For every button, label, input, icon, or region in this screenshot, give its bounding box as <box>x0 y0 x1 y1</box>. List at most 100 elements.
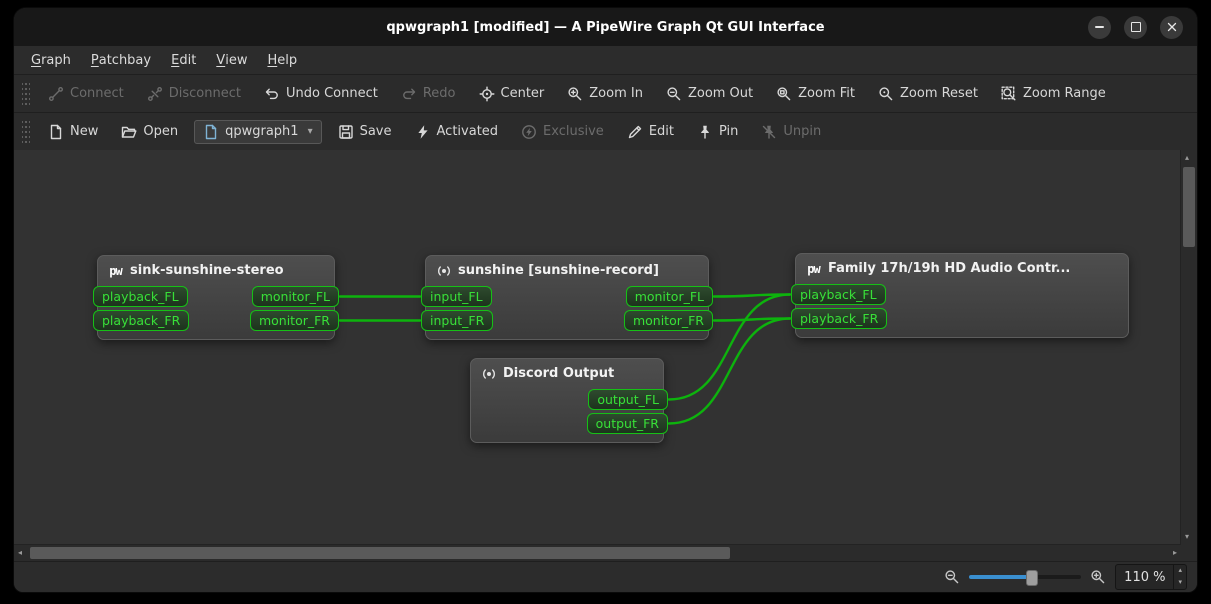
zoom-range-icon <box>1001 86 1017 102</box>
vertical-scrollbar-thumb[interactable] <box>1183 167 1195 247</box>
graph-node-discord-output[interactable]: Discord Output output_FL output_FR <box>470 358 664 443</box>
toolbar-handle[interactable] <box>22 121 30 143</box>
activated-toggle[interactable]: Activated <box>408 119 506 145</box>
center-icon <box>479 86 495 102</box>
minimize-icon <box>1095 26 1104 28</box>
node-title: Family 17h/19h HD Audio Contr... <box>828 261 1070 276</box>
port-output-fl[interactable]: output_FL <box>588 389 668 410</box>
undo-connect-button[interactable]: Undo Connect <box>257 81 385 107</box>
record-stream-icon <box>480 366 497 381</box>
horizontal-scrollbar[interactable]: ◂ ▸ <box>14 544 1181 561</box>
port-playback-fr[interactable]: playback_FR <box>93 310 189 331</box>
vertical-scrollbar[interactable]: ▴ ▾ <box>1180 150 1197 545</box>
scroll-up-icon[interactable]: ▴ <box>1185 154 1189 162</box>
minimize-button[interactable] <box>1088 16 1111 39</box>
canvas-area: pw sink-sunshine-stereo playback_FL moni… <box>14 150 1197 561</box>
save-button[interactable]: Save <box>331 119 399 145</box>
menu-patchbay[interactable]: Patchbay <box>82 50 160 71</box>
node-header: pw sink-sunshine-stereo <box>104 259 328 283</box>
port-playback-fl[interactable]: playback_FL <box>93 286 188 307</box>
node-header: pw Family 17h/19h HD Audio Contr... <box>802 257 1122 281</box>
scroll-left-icon[interactable]: ◂ <box>18 549 22 557</box>
port-monitor-fl[interactable]: monitor_FL <box>626 286 713 307</box>
scroll-down-icon[interactable]: ▾ <box>1185 533 1189 541</box>
zoom-spin-down-icon[interactable]: ▾ <box>1174 577 1186 589</box>
toolbar-handle[interactable] <box>22 83 30 105</box>
port-monitor-fr[interactable]: monitor_FR <box>250 310 339 331</box>
zoom-in-button[interactable]: Zoom In <box>560 81 650 107</box>
horizontal-scrollbar-thumb[interactable] <box>30 547 730 559</box>
unpin-button[interactable]: Unpin <box>754 119 828 145</box>
zoom-slider[interactable] <box>969 575 1081 579</box>
zoom-spinbox[interactable]: 110 % ▴ ▾ <box>1115 564 1187 590</box>
center-button[interactable]: Center <box>472 81 552 107</box>
zoom-reset-label: Zoom Reset <box>900 86 978 101</box>
zoom-in-icon <box>567 86 583 102</box>
connect-button[interactable]: Connect <box>41 81 131 107</box>
new-file-icon <box>48 124 64 140</box>
graph-node-sunshine[interactable]: sunshine [sunshine-record] input_FL moni… <box>425 255 709 340</box>
menu-accel: G <box>31 53 41 68</box>
port-input-fr[interactable]: input_FR <box>421 310 493 331</box>
titlebar[interactable]: qpwgraph1 [modified] — A PipeWire Graph … <box>14 8 1197 46</box>
record-stream-icon <box>435 263 452 278</box>
port-input-fl[interactable]: input_FL <box>421 286 492 307</box>
zoom-fit-label: Zoom Fit <box>798 86 855 101</box>
zoom-reset-button[interactable]: Zoom Reset <box>871 81 985 107</box>
edit-button[interactable]: Edit <box>620 119 681 145</box>
menu-accel: P <box>91 53 99 68</box>
connect-icon <box>48 86 64 102</box>
zoom-out-button[interactable]: Zoom Out <box>659 81 760 107</box>
port-playback-fr[interactable]: playback_FR <box>791 308 887 329</box>
pin-button[interactable]: Pin <box>690 119 745 145</box>
port-output-fr[interactable]: output_FR <box>587 413 668 434</box>
zoom-range-button[interactable]: Zoom Range <box>994 81 1113 107</box>
zoom-spin-up-icon[interactable]: ▴ <box>1174 565 1186 577</box>
new-label: New <box>70 124 98 139</box>
menubar: Graph Patchbay Edit View Help <box>14 46 1197 74</box>
close-icon <box>1167 22 1177 32</box>
graph-node-sink-sunshine-stereo[interactable]: pw sink-sunshine-stereo playback_FL moni… <box>97 255 335 340</box>
undo-icon <box>264 86 280 102</box>
zoom-fit-button[interactable]: Zoom Fit <box>769 81 862 107</box>
port-monitor-fl[interactable]: monitor_FL <box>252 286 339 307</box>
zoom-out-icon[interactable] <box>944 569 960 585</box>
menu-help[interactable]: Help <box>258 50 306 71</box>
menu-graph[interactable]: Graph <box>22 50 80 71</box>
pipewire-icon: pw <box>805 261 822 276</box>
zoom-out-icon <box>666 86 682 102</box>
zoom-fit-icon <box>776 86 792 102</box>
disconnect-button[interactable]: Disconnect <box>140 81 248 107</box>
edit-pencil-icon <box>627 124 643 140</box>
unpin-label: Unpin <box>783 124 821 139</box>
zoom-in-label: Zoom In <box>589 86 643 101</box>
graph-canvas[interactable]: pw sink-sunshine-stereo playback_FL moni… <box>14 150 1181 545</box>
zoom-value[interactable]: 110 % <box>1116 565 1173 589</box>
close-button[interactable] <box>1160 16 1183 39</box>
menu-label: atchbay <box>99 53 151 68</box>
scroll-right-icon[interactable]: ▸ <box>1173 549 1177 557</box>
node-header: sunshine [sunshine-record] <box>432 259 702 283</box>
connect-label: Connect <box>70 86 124 101</box>
menu-label: raph <box>41 53 71 68</box>
pipewire-icon: pw <box>107 263 124 278</box>
new-button[interactable]: New <box>41 119 105 145</box>
menu-edit[interactable]: Edit <box>162 50 205 71</box>
patchbay-selector[interactable]: qpwgraph1 ▾ <box>194 120 322 144</box>
activated-bolt-icon <box>415 124 431 140</box>
redo-label: Redo <box>423 86 456 101</box>
maximize-button[interactable] <box>1124 16 1147 39</box>
window-controls <box>1088 8 1183 46</box>
open-button[interactable]: Open <box>114 119 185 145</box>
port-playback-fl[interactable]: playback_FL <box>791 284 886 305</box>
activated-label: Activated <box>437 124 499 139</box>
patchbay-toolbar: New Open qpwgraph1 ▾ Save Activated Excl… <box>14 112 1197 150</box>
redo-button[interactable]: Redo <box>394 81 463 107</box>
graph-node-family-hd-audio[interactable]: pw Family 17h/19h HD Audio Contr... play… <box>795 253 1129 338</box>
zoom-in-icon[interactable] <box>1090 569 1106 585</box>
zoom-slider-handle[interactable] <box>1026 570 1038 586</box>
save-label: Save <box>360 124 392 139</box>
port-monitor-fr[interactable]: monitor_FR <box>624 310 713 331</box>
menu-view[interactable]: View <box>207 50 256 71</box>
exclusive-toggle[interactable]: Exclusive <box>514 119 611 145</box>
